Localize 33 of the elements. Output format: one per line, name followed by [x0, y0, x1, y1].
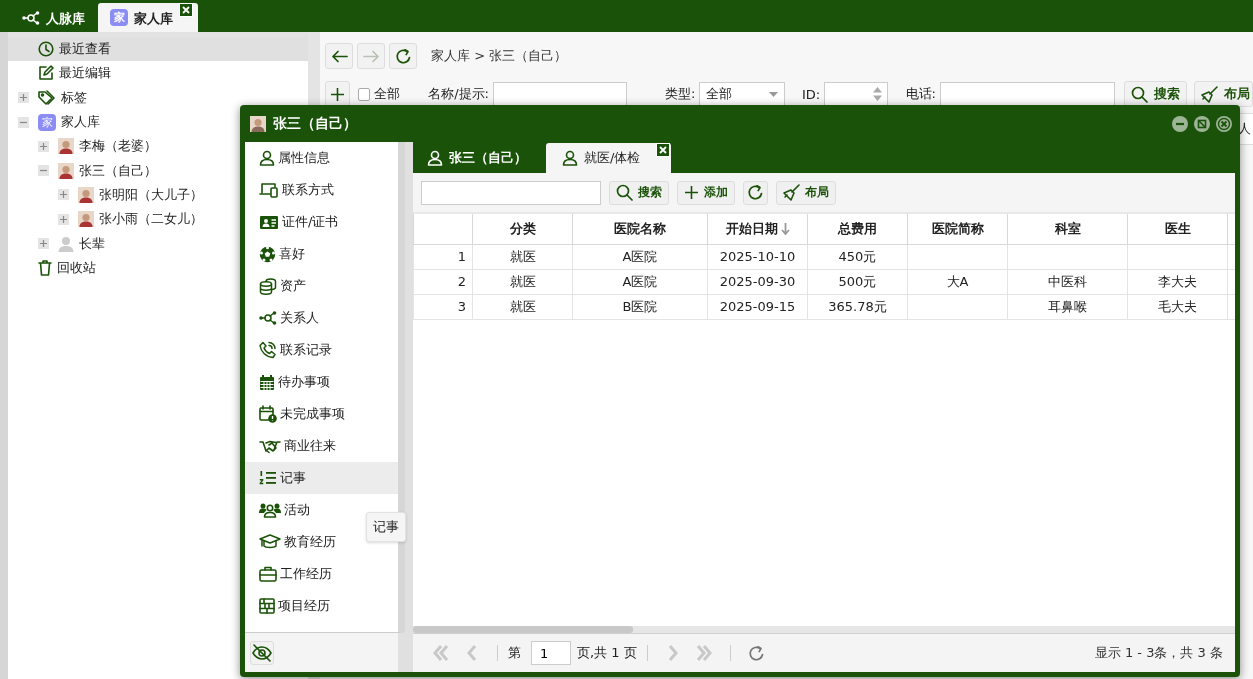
field-label: 类型: [664, 85, 696, 103]
table-cell: 李大夫 [1127, 269, 1228, 294]
table-cell: 2025-09-15 [707, 294, 808, 319]
table-cell: 就医 [472, 244, 573, 269]
table-cell: 大A [907, 269, 1008, 294]
breadcrumb: 家人库 > 张三（自己） [431, 47, 568, 65]
pager-summary: 显示 1 - 3条，共 3 条 [1094, 644, 1223, 662]
table-cell: 中医科 [1007, 269, 1128, 294]
window-title: 张三（自己） [273, 114, 357, 133]
table-cell: 就医 [472, 294, 573, 319]
table-cell: 2025-10-10 [707, 244, 808, 269]
library-badge: 家 [38, 113, 56, 131]
row-number: 2 [413, 269, 473, 294]
row-number: 3 [413, 294, 473, 319]
table-cell: B医院 [572, 294, 708, 319]
table-cell: 就医 [472, 269, 573, 294]
table-cell: A医院 [572, 269, 708, 294]
field-label: ID: [801, 86, 821, 102]
pager-label: 第 [508, 644, 521, 662]
table-cell: 耳鼻喉 [1007, 294, 1128, 319]
pager-label: 页,共 1 页 [577, 644, 637, 662]
table-cell: 2025-09-30 [707, 269, 808, 294]
row-number: 1 [413, 244, 473, 269]
table-cell: A医院 [572, 244, 708, 269]
table-cell: 毛大夫 [1127, 294, 1228, 319]
tooltip: 记事 [366, 512, 406, 542]
table-cell: 365.78元 [807, 294, 908, 319]
library-badge: 家 [110, 9, 128, 26]
field-label: 名称/提示: [428, 85, 489, 103]
table-cell: 500元 [807, 269, 908, 294]
checkbox-label: 全部 [374, 85, 401, 103]
table-cell: 450元 [807, 244, 908, 269]
field-label: 电话: [905, 85, 936, 103]
